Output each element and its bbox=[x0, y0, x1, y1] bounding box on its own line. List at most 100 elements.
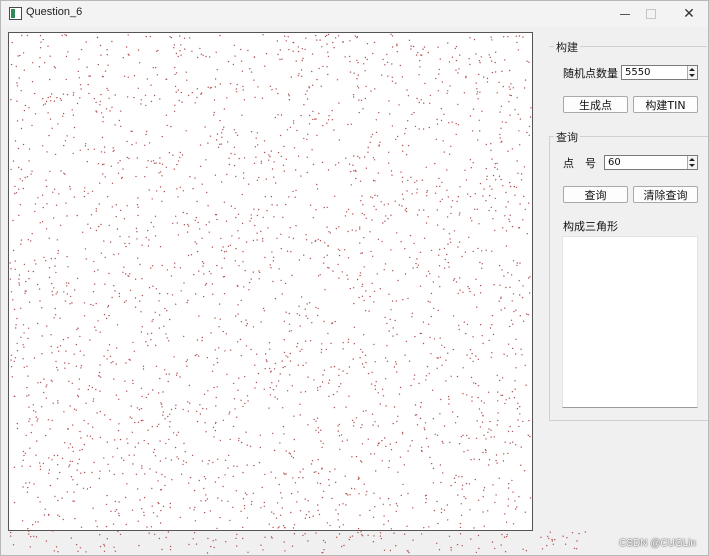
point-canvas[interactable] bbox=[8, 32, 533, 531]
random-point bbox=[117, 162, 119, 164]
random-point bbox=[23, 109, 26, 112]
random-point bbox=[65, 350, 67, 352]
random-point bbox=[110, 510, 112, 512]
random-point bbox=[147, 245, 150, 247]
random-point bbox=[477, 358, 480, 360]
random-point bbox=[161, 548, 163, 551]
random-point bbox=[500, 309, 502, 311]
point-id-spinbox[interactable]: 60 bbox=[604, 155, 698, 170]
random-point bbox=[328, 379, 331, 381]
random-point bbox=[441, 440, 443, 443]
random-point bbox=[447, 261, 449, 264]
random-point bbox=[20, 168, 23, 171]
random-point bbox=[349, 71, 352, 73]
random-point bbox=[152, 67, 154, 69]
random-point bbox=[111, 296, 113, 299]
random-point bbox=[243, 157, 246, 159]
random-point bbox=[236, 134, 239, 136]
random-point bbox=[79, 430, 81, 433]
random-point bbox=[440, 108, 443, 110]
random-point bbox=[373, 41, 376, 44]
random-point bbox=[301, 348, 303, 350]
triangles-list[interactable] bbox=[562, 236, 698, 408]
maximize-button[interactable] bbox=[631, 1, 671, 27]
random-point bbox=[63, 172, 65, 174]
random-point bbox=[162, 391, 164, 393]
random-point bbox=[80, 437, 82, 439]
random-point bbox=[363, 214, 365, 216]
random-point bbox=[388, 330, 390, 332]
random-point bbox=[126, 390, 128, 392]
random-point bbox=[454, 422, 457, 424]
build-tin-button[interactable]: 构建TIN bbox=[633, 96, 698, 113]
random-point bbox=[498, 300, 500, 302]
random-point bbox=[207, 142, 209, 144]
random-point bbox=[364, 354, 367, 356]
random-point bbox=[395, 361, 397, 363]
random-point bbox=[440, 511, 443, 514]
query-button[interactable]: 查询 bbox=[563, 186, 628, 203]
random-point bbox=[337, 248, 339, 250]
random-point bbox=[400, 241, 402, 243]
random-point bbox=[472, 250, 474, 253]
random-point bbox=[341, 271, 343, 273]
random-point bbox=[322, 374, 324, 376]
random-point bbox=[382, 222, 384, 224]
random-point bbox=[433, 307, 435, 309]
random-point bbox=[246, 464, 248, 466]
random-point bbox=[311, 460, 314, 462]
random-point bbox=[487, 431, 489, 433]
random-point bbox=[99, 331, 101, 333]
random-point bbox=[313, 379, 315, 381]
app-icon bbox=[9, 7, 22, 20]
close-button[interactable]: ✕ bbox=[669, 1, 708, 27]
random-point bbox=[269, 264, 271, 266]
random-point bbox=[494, 71, 497, 73]
random-point bbox=[241, 441, 243, 444]
random-point bbox=[442, 140, 444, 142]
random-point bbox=[327, 33, 330, 36]
count-spinbox[interactable]: 5550 bbox=[621, 65, 698, 80]
random-point bbox=[246, 517, 249, 519]
clear-query-button[interactable]: 清除查询 bbox=[633, 186, 698, 203]
generate-points-button[interactable]: 生成点 bbox=[563, 96, 628, 113]
random-point bbox=[260, 230, 262, 233]
random-point bbox=[216, 357, 218, 360]
random-point bbox=[399, 456, 402, 458]
random-point bbox=[112, 361, 114, 363]
point-spin-arrows[interactable] bbox=[687, 156, 697, 169]
random-point bbox=[114, 500, 117, 503]
random-point bbox=[179, 50, 181, 52]
random-point bbox=[205, 431, 207, 433]
random-point bbox=[53, 188, 56, 190]
random-point bbox=[158, 502, 160, 505]
random-point bbox=[118, 398, 120, 400]
random-point bbox=[399, 64, 401, 67]
random-point bbox=[76, 469, 78, 471]
random-point bbox=[81, 448, 83, 451]
random-point bbox=[201, 336, 204, 339]
random-point bbox=[44, 508, 46, 510]
random-point bbox=[116, 324, 119, 326]
random-point bbox=[339, 249, 341, 252]
random-point bbox=[394, 319, 396, 322]
random-point bbox=[514, 109, 516, 111]
random-point bbox=[365, 217, 367, 219]
random-point bbox=[489, 56, 491, 59]
random-point bbox=[57, 252, 59, 255]
random-point bbox=[358, 493, 360, 495]
random-point bbox=[405, 127, 407, 130]
random-point bbox=[214, 422, 217, 424]
random-point bbox=[315, 209, 317, 211]
random-point bbox=[575, 548, 578, 550]
random-point bbox=[273, 513, 275, 515]
random-point bbox=[145, 236, 147, 239]
random-point bbox=[172, 432, 175, 434]
random-point bbox=[139, 499, 141, 501]
random-point bbox=[509, 286, 511, 288]
count-spin-arrows[interactable] bbox=[687, 66, 697, 79]
random-point bbox=[395, 363, 397, 365]
random-point bbox=[111, 106, 113, 108]
random-point bbox=[527, 314, 529, 316]
random-point bbox=[227, 141, 229, 143]
